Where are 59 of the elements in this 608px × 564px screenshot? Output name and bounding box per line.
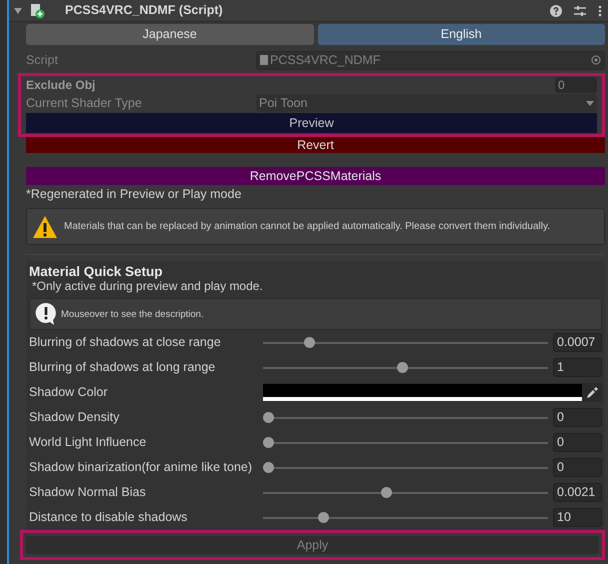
slider-track[interactable] [263, 337, 548, 348]
dropdown-caret-icon [586, 100, 594, 106]
field-label: Shadow Color [29, 385, 109, 400]
script-file-icon [260, 55, 268, 65]
slider-thumb[interactable] [263, 412, 274, 423]
component-header[interactable]: PCSS4VRC_NDMF (Script) [9, 0, 608, 22]
number-field[interactable]: 0.0021 [553, 483, 602, 502]
script-icon [29, 2, 45, 18]
info-text: Mouseover to see the description. [61, 308, 204, 322]
slider-thumb[interactable] [380, 487, 392, 498]
slider-thumb[interactable] [263, 437, 274, 448]
foldout-label[interactable]: Exclude Obj [26, 78, 96, 92]
language-tab[interactable]: English [318, 24, 605, 45]
shader-dropdown[interactable]: Poi Toon [256, 94, 597, 112]
remove-materials-button[interactable]: RemovePCSSMaterials [26, 167, 605, 185]
warning-text: Materials that can be replaced by animation cannot be applied automatically. Please convert them individually. [64, 220, 550, 234]
number-field[interactable]: 0 [553, 433, 602, 452]
slider-label: Shadow Normal Bias [29, 485, 147, 500]
slider-label: Distance to disable shadows [29, 510, 188, 525]
preview-only-note: *Only active during preview and play mode. [32, 279, 264, 294]
object-field-value: PCSS4VRC_NDMF [270, 52, 382, 68]
number-field[interactable]: 10 [553, 508, 602, 527]
slider-label: Shadow binarization(for anime like tone) [29, 460, 254, 475]
regenerate-note: *Regenerated in Preview or Play mode [26, 187, 242, 202]
slider-thumb[interactable] [397, 362, 408, 373]
slider-track[interactable] [263, 462, 548, 473]
help-icon[interactable] [550, 4, 562, 16]
number-field[interactable]: 0 [553, 408, 602, 427]
number-field[interactable]: 0 [553, 458, 602, 477]
slider-thumb[interactable] [304, 337, 316, 348]
slider-label: Blurring of shadows at long range [29, 360, 216, 375]
warning-icon [32, 214, 58, 238]
field-label: Script [26, 52, 59, 68]
preview-button[interactable]: Preview [26, 113, 597, 133]
count-field[interactable]: 0 [555, 76, 597, 92]
number-field[interactable]: 1 [553, 358, 602, 377]
slider-label: World Light Influence [29, 435, 148, 450]
slider-track[interactable] [263, 362, 548, 373]
settings-sliders-icon[interactable] [574, 4, 586, 16]
slider-track[interactable] [263, 412, 548, 423]
foldout-arrow-icon[interactable] [13, 6, 23, 16]
language-tab[interactable]: Japanese [26, 24, 314, 45]
number-field[interactable]: 0.0007 [553, 333, 602, 352]
component-title: PCSS4VRC_NDMF (Script) [65, 3, 223, 18]
field-label: Current Shader Type [26, 96, 143, 110]
section-title: Material Quick Setup [29, 264, 164, 279]
more-menu-icon[interactable] [598, 4, 602, 16]
color-swatch[interactable] [263, 384, 582, 401]
slider-thumb[interactable] [263, 462, 274, 473]
revert-button[interactable]: Revert [26, 137, 605, 153]
slider-label: Shadow Density [29, 410, 120, 425]
slider-label: Blurring of shadows at close range [29, 335, 222, 350]
eyedropper-icon[interactable] [586, 386, 598, 398]
slider-track[interactable] [263, 487, 548, 498]
target-icon[interactable] [591, 55, 601, 65]
slider-track[interactable] [263, 512, 548, 523]
info-icon [35, 302, 57, 326]
slider-thumb[interactable] [318, 512, 329, 523]
slider-track[interactable] [263, 437, 548, 448]
